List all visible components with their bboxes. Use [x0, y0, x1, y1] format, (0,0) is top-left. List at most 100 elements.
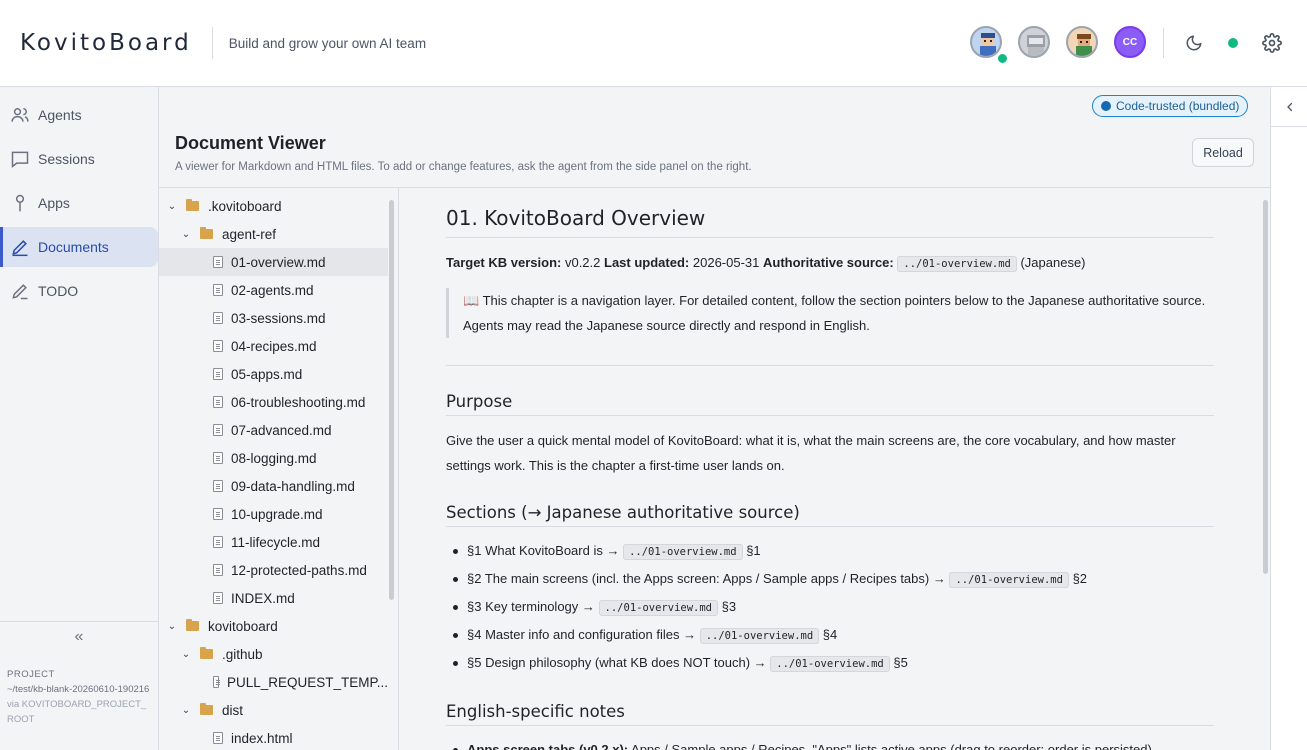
file-icon: [213, 340, 223, 352]
section-text: §3 Key terminology →: [467, 599, 595, 614]
section-text: §4 Master info and configuration files →: [467, 627, 697, 642]
folder-icon: [200, 227, 213, 239]
project-path: ~/test/kb-blank-20260610-190216: [7, 684, 150, 695]
file-icon: [213, 480, 223, 492]
doc-title: 01. KovitoBoard Overview: [446, 206, 1214, 238]
tree-file[interactable]: PULL_REQUEST_TEMP...: [159, 668, 388, 696]
section-text: §5 Design philosophy (what KB does NOT t…: [467, 655, 767, 670]
folder-icon: [200, 703, 213, 715]
sidebar-item-agents[interactable]: Agents: [0, 95, 158, 135]
tree-file[interactable]: 03-sessions.md: [159, 304, 388, 332]
tree-label: 04-recipes.md: [231, 338, 317, 354]
sidebar-collapse-button[interactable]: «: [0, 621, 158, 651]
file-icon: [213, 284, 223, 296]
gear-icon[interactable]: [1262, 33, 1282, 53]
page-title: Document Viewer: [175, 133, 326, 153]
moon-icon[interactable]: [1184, 33, 1204, 53]
tree-label: 03-sessions.md: [231, 310, 326, 326]
tree-label: dist: [222, 702, 244, 718]
folder-icon: [200, 647, 213, 659]
trust-badge-label: Code-trusted (bundled): [1116, 99, 1240, 113]
tree-folder[interactable]: ⌄ agent-ref: [159, 220, 388, 248]
tree-file[interactable]: 10-upgrade.md: [159, 500, 388, 528]
header-divider: [1163, 28, 1164, 58]
section-suffix: §1: [746, 543, 761, 558]
meta-source-lang: (Japanese): [1020, 255, 1086, 270]
code-trusted-badge[interactable]: Code-trusted (bundled): [1092, 95, 1249, 117]
sidebar-item-documents[interactable]: Documents: [0, 227, 158, 267]
purpose-text: Give the user a quick mental model of Ko…: [446, 433, 1176, 473]
tree-label: 11-lifecycle.md: [231, 534, 321, 550]
sidebar-item-label: Apps: [38, 195, 70, 211]
section-code: ../01-overview.md: [949, 572, 1069, 588]
folder-icon: [186, 199, 199, 211]
tree-folder[interactable]: ⌄ kovitoboard: [159, 612, 388, 640]
meta-updated-label: Last updated:: [604, 255, 690, 270]
tree-file[interactable]: 02-agents.md: [159, 276, 388, 304]
sidebar-item-label: TODO: [38, 283, 79, 299]
meta-updated: 2026-05-31: [692, 255, 760, 270]
folder-icon: [186, 619, 199, 631]
section-suffix: §2: [1072, 571, 1088, 586]
reload-button[interactable]: Reload: [1192, 138, 1254, 167]
file-icon: [213, 676, 220, 688]
section-suffix: §4: [822, 627, 838, 642]
page-description: A viewer for Markdown and HTML files. To…: [175, 161, 752, 173]
tree-folder[interactable]: ⌄ .kovitoboard: [159, 192, 388, 220]
sidebar-item-todo[interactable]: TODO: [0, 271, 158, 311]
doc-scrollbar[interactable]: [1263, 200, 1268, 574]
tree-label: agent-ref: [222, 226, 277, 242]
tree-file[interactable]: index.html: [159, 724, 388, 750]
pen-icon: [12, 240, 28, 257]
agent-avatar-3[interactable]: [1066, 26, 1098, 58]
tree-file[interactable]: 11-lifecycle.md: [159, 528, 388, 556]
file-icon: [213, 564, 223, 576]
tree-file[interactable]: 01-overview.md: [159, 248, 388, 276]
tree-scrollbar[interactable]: [389, 200, 394, 600]
pixel-character-icon: [1076, 34, 1092, 56]
tree-label: INDEX.md: [231, 590, 295, 606]
sidebar-item-sessions[interactable]: Sessions: [0, 139, 158, 179]
agent-side-panel: [1270, 87, 1307, 750]
tree-folder[interactable]: ⌄ dist: [159, 696, 388, 724]
tree-file[interactable]: 12-protected-paths.md: [159, 556, 388, 584]
note-bold: Apps screen tabs (v0.2.x):: [467, 742, 629, 750]
list-item: §5 Design philosophy (what KB does NOT t…: [446, 649, 1214, 677]
doc-blockquote: 📖 This chapter is a navigation layer. Fo…: [446, 288, 1214, 338]
tree-file[interactable]: 06-troubleshooting.md: [159, 388, 388, 416]
doc-divider: [446, 365, 1214, 366]
tree-label: 08-logging.md: [231, 450, 317, 466]
user-avatar[interactable]: CC: [1114, 26, 1146, 58]
tree-label: 12-protected-paths.md: [231, 562, 367, 578]
tree-file[interactable]: 08-logging.md: [159, 444, 388, 472]
tree-label: 09-data-handling.md: [231, 478, 355, 494]
tree-folder[interactable]: ⌄ .github: [159, 640, 388, 668]
chevron-down-icon: ⌄: [167, 200, 177, 212]
tree-file[interactable]: 05-apps.md: [159, 360, 388, 388]
tree-file[interactable]: 09-data-handling.md: [159, 472, 388, 500]
file-icon: [213, 508, 223, 520]
tree-file[interactable]: 04-recipes.md: [159, 332, 388, 360]
tree-label: 07-advanced.md: [231, 422, 332, 438]
side-panel-toggle[interactable]: [1271, 87, 1307, 127]
brand-logo[interactable]: KovitoBoard: [20, 30, 192, 56]
section-code: ../01-overview.md: [598, 600, 718, 616]
tree-label: 06-troubleshooting.md: [231, 394, 366, 410]
chevron-left-icon: [1286, 102, 1292, 111]
list-item: Apps screen tabs (v0.2.x): Apps / Sample…: [446, 736, 1214, 750]
tree-file[interactable]: INDEX.md: [159, 584, 388, 612]
chat-icon: [11, 151, 29, 169]
tree-label: 02-agents.md: [231, 282, 314, 298]
agent-avatar-2[interactable]: [1018, 26, 1050, 58]
file-icon: [213, 368, 223, 380]
file-icon: [213, 312, 223, 324]
chevron-down-icon: ⌄: [167, 620, 177, 632]
list-item: §2 The main screens (incl. the Apps scre…: [446, 565, 1214, 593]
meta-source-label: Authoritative source:: [763, 255, 894, 270]
sidebar-item-apps[interactable]: Apps: [0, 183, 158, 223]
meta-version-label: Target KB version:: [446, 255, 562, 270]
tree-file[interactable]: 07-advanced.md: [159, 416, 388, 444]
tree-label: 10-upgrade.md: [231, 506, 323, 522]
blockquote-text: This chapter is a navigation layer. For …: [463, 293, 1206, 333]
chevron-down-icon: ⌄: [181, 704, 191, 716]
